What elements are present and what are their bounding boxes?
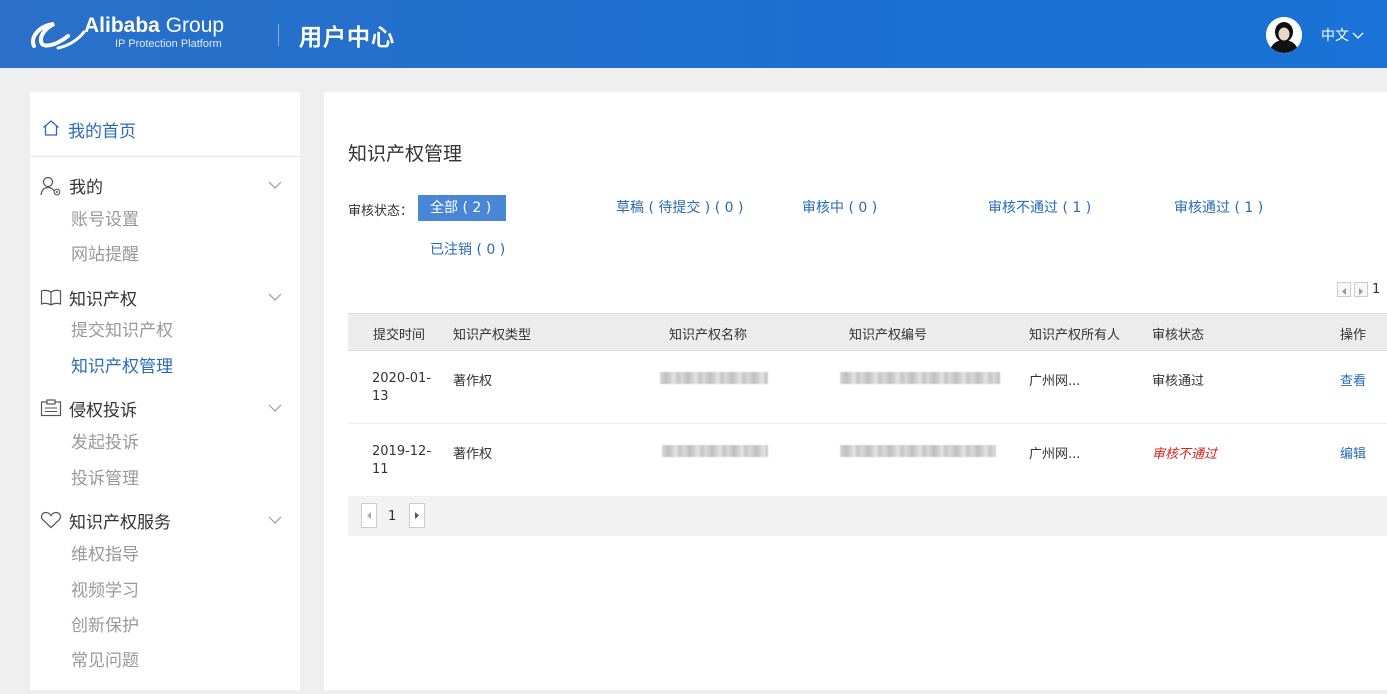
sidebar-group-label: 我的 bbox=[69, 178, 103, 198]
chevron-down-icon bbox=[268, 293, 282, 301]
status-badge: 审核通过 bbox=[1152, 374, 1205, 389]
sidebar-group-label: 侵权投诉 bbox=[69, 401, 137, 421]
sidebar-item-submit-ip[interactable]: 提交知识产权 bbox=[71, 316, 173, 341]
table-row: 2019-12-11 著作权 广州网... 审核不通过 编辑 bbox=[348, 424, 1387, 497]
caret-left-icon bbox=[1342, 288, 1346, 295]
prev-page-button[interactable] bbox=[1337, 282, 1351, 297]
logo-wordmark: Alibaba Group bbox=[84, 14, 225, 37]
column-header-action: 操作 bbox=[1340, 328, 1367, 343]
filter-cancelled[interactable]: 已注销 ( 0 ) bbox=[430, 237, 505, 263]
filter-rejected[interactable]: 审核不通过 ( 1 ) bbox=[988, 195, 1091, 221]
sidebar-item-video-learning[interactable]: 视频学习 bbox=[71, 576, 139, 601]
heart-icon bbox=[40, 511, 62, 529]
filter-reviewing[interactable]: 审核中 ( 0 ) bbox=[802, 195, 877, 221]
filter-all[interactable]: 全部 ( 2 ) bbox=[418, 195, 506, 221]
page-title: 知识产权管理 bbox=[348, 143, 463, 165]
sidebar-group-ip[interactable]: 知识产权 bbox=[30, 284, 300, 310]
filter-draft[interactable]: 草稿 ( 待提交 ) ( 0 ) bbox=[616, 195, 743, 221]
sidebar-group-label: 知识产权服务 bbox=[69, 513, 171, 533]
home-icon bbox=[43, 120, 59, 136]
book-icon bbox=[40, 289, 62, 306]
top-pager: 1 bbox=[1337, 279, 1380, 298]
table-footer-pager: 1 bbox=[348, 496, 1387, 536]
sidebar-group-mine[interactable]: 我的 bbox=[30, 172, 300, 198]
sidebar-item-innovation-protection[interactable]: 创新保护 bbox=[71, 611, 139, 636]
page-number[interactable]: 1 bbox=[388, 509, 396, 524]
chevron-down-icon bbox=[268, 516, 282, 524]
sidebar-item-label: 我的首页 bbox=[68, 122, 136, 142]
chevron-down-icon bbox=[268, 404, 282, 412]
cell-ip-type: 著作权 bbox=[453, 374, 493, 389]
header-divider bbox=[278, 24, 279, 46]
sidebar-group-complaint[interactable]: 侵权投诉 bbox=[30, 395, 300, 421]
status-badge: 审核不通过 bbox=[1152, 447, 1218, 462]
top-page-number: 1 bbox=[1372, 282, 1381, 297]
caret-right-icon bbox=[1359, 288, 1363, 295]
caret-right-icon bbox=[415, 512, 419, 519]
main-panel: 知识产权管理 审核状态： 全部 ( 2 ) 草稿 ( 待提交 ) ( 0 ) 审… bbox=[324, 92, 1387, 690]
alibaba-logo[interactable]: Alibaba Group IP Protection Platform bbox=[28, 14, 258, 54]
alibaba-logo-icon bbox=[31, 22, 86, 50]
language-select[interactable]: 中文 bbox=[1321, 25, 1364, 45]
chevron-down-icon bbox=[268, 181, 282, 189]
sidebar-item-start-complaint[interactable]: 发起投诉 bbox=[71, 428, 139, 453]
cell-submit-time: 2020-01-13 bbox=[372, 371, 432, 404]
caret-left-icon bbox=[367, 512, 371, 519]
cell-ip-owner: 广州网... bbox=[1029, 374, 1081, 389]
column-header-ip-number: 知识产权编号 bbox=[849, 328, 928, 343]
filter-approved[interactable]: 审核通过 ( 1 ) bbox=[1174, 195, 1263, 221]
top-header: Alibaba Group IP Protection Platform 用户中… bbox=[0, 0, 1387, 68]
column-header-ip-name: 知识产权名称 bbox=[669, 328, 748, 343]
blurred-ip-name bbox=[662, 445, 768, 457]
filter-label: 审核状态： bbox=[348, 204, 414, 219]
cell-submit-time: 2019-12-11 bbox=[372, 444, 432, 477]
table-header: 提交时间 知识产权类型 知识产权名称 知识产权编号 知识产权所有人 审核状态 操… bbox=[348, 313, 1387, 351]
blurred-ip-number bbox=[840, 445, 996, 457]
language-label: 中文 bbox=[1321, 28, 1349, 44]
table-row: 2020-01-13 著作权 广州网... 审核通过 查看 bbox=[348, 351, 1387, 424]
clipboard-icon bbox=[40, 399, 62, 417]
sidebar-item-faq[interactable]: 常见问题 bbox=[71, 646, 139, 671]
column-header-ip-type: 知识产权类型 bbox=[453, 328, 532, 343]
user-avatar-icon bbox=[1266, 17, 1302, 53]
edit-link[interactable]: 编辑 bbox=[1340, 443, 1366, 462]
sidebar-item-site-reminder[interactable]: 网站提醒 bbox=[71, 240, 139, 265]
sidebar-item-account-settings[interactable]: 账号设置 bbox=[71, 205, 139, 230]
avatar[interactable] bbox=[1266, 17, 1302, 53]
page-header-title: 用户中心 bbox=[299, 25, 395, 51]
sidebar-item-rights-guide[interactable]: 维权指导 bbox=[71, 540, 139, 565]
sidebar-item-ip-management[interactable]: 知识产权管理 bbox=[71, 352, 173, 377]
sidebar-item-complaint-management[interactable]: 投诉管理 bbox=[71, 464, 139, 489]
chevron-down-icon bbox=[1352, 32, 1364, 39]
sidebar: 我的首页 我的 账号设置 网站提醒 知识产权 提交知识产权 知识产权管理 侵权投… bbox=[30, 92, 300, 690]
prev-page-button[interactable] bbox=[361, 503, 377, 528]
user-icon bbox=[40, 176, 61, 196]
view-link[interactable]: 查看 bbox=[1340, 370, 1366, 389]
column-header-review-status: 审核状态 bbox=[1152, 328, 1205, 343]
next-page-button[interactable] bbox=[409, 503, 425, 528]
cell-ip-type: 著作权 bbox=[453, 447, 493, 462]
logo-subtitle: IP Protection Platform bbox=[115, 38, 222, 50]
next-page-button[interactable] bbox=[1354, 282, 1368, 297]
cell-ip-owner: 广州网... bbox=[1029, 447, 1081, 462]
column-header-ip-owner: 知识产权所有人 bbox=[1029, 328, 1121, 343]
blurred-ip-number bbox=[840, 372, 1000, 384]
sidebar-group-label: 知识产权 bbox=[69, 290, 137, 310]
blurred-ip-name bbox=[660, 372, 768, 384]
sidebar-item-home[interactable]: 我的首页 bbox=[30, 92, 300, 157]
sidebar-group-ip-services[interactable]: 知识产权服务 bbox=[30, 507, 300, 533]
column-header-submit-time: 提交时间 bbox=[373, 328, 426, 343]
